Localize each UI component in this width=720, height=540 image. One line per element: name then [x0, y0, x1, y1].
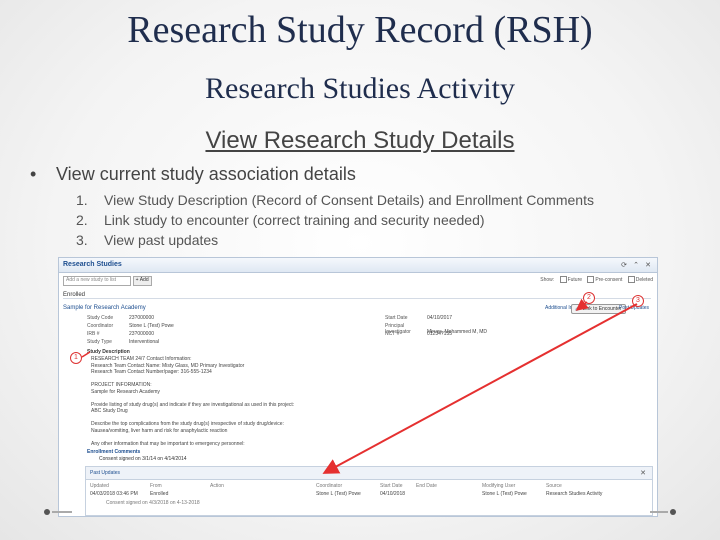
- section-heading: View Research Study Details: [0, 127, 720, 155]
- list-number: 2.: [76, 212, 88, 228]
- list-item: 3. View past updates: [76, 230, 594, 250]
- link-to-encounter-button[interactable]: 🔗 Link to Encounter: [571, 304, 626, 314]
- show-label: Show:: [540, 276, 555, 283]
- callout-1: 1: [70, 352, 82, 364]
- deleted-checkbox[interactable]: [627, 276, 635, 283]
- field-row: IRB # 23?000000: [87, 331, 154, 337]
- list-number: 3.: [76, 232, 88, 248]
- refresh-icon[interactable]: ⟳: [621, 261, 627, 269]
- description-line: Describe the top complications from the …: [91, 421, 284, 427]
- decoration-line: [650, 511, 668, 513]
- column-header: End Date: [416, 483, 437, 489]
- add-study-input[interactable]: Add a new study to list: [63, 276, 131, 286]
- column-header: Modifying User: [482, 483, 516, 489]
- table-cell: 04/03/2018 03:46 PM: [90, 491, 138, 497]
- field-row: Study Code 23?000000: [87, 315, 154, 321]
- past-updates-panel: Past Updates ✕ Updated From Action Coord…: [85, 466, 653, 516]
- numbered-list: 1. View Study Description (Record of Cons…: [76, 190, 594, 250]
- field-row: NCT # 01234?155: [385, 331, 452, 337]
- field-value: Stone L (Test) Powe: [129, 323, 174, 329]
- bullet-text: View current study association details: [56, 164, 356, 184]
- decoration-dot: [44, 509, 50, 515]
- close-icon[interactable]: ✕: [645, 261, 651, 269]
- past-updates-title: Past Updates: [90, 470, 121, 476]
- show-filters: Show: Future Pre-consent Deleted: [540, 276, 653, 283]
- table-cell: 04/10/2018: [380, 491, 406, 497]
- list-item: 2. Link study to encounter (correct train…: [76, 210, 594, 230]
- column-header: Action: [210, 483, 224, 489]
- bullet-point: • View current study association details: [30, 164, 356, 185]
- field-value: Interventional: [129, 339, 160, 345]
- field-value: 23?000000: [129, 331, 155, 337]
- enrollment-comments-link[interactable]: Enrollment Comments: [87, 449, 140, 455]
- table-cell: Stone L (Test) Powe: [482, 491, 527, 497]
- study-description: RESEARCH TEAM 24/7 Contact Information: …: [91, 356, 294, 447]
- field-row: Study Type Interventional: [87, 339, 159, 345]
- link-icon: 🔗: [575, 306, 582, 312]
- bullet-icon: •: [30, 164, 37, 184]
- field-value: 04/10/2017: [427, 315, 453, 321]
- slide-subtitle: Research Studies Activity: [205, 72, 515, 105]
- panel-header: Research Studies ⟳ ⌃ ✕: [59, 258, 657, 273]
- section-heading-text: View Research Study Details: [205, 127, 515, 154]
- field-row: Start Date 04/10/2017: [385, 315, 452, 321]
- column-header: Updated: [90, 483, 109, 489]
- list-number: 1.: [76, 192, 88, 208]
- field-key: IRB #: [87, 331, 100, 337]
- table-cell: Enrolled: [150, 491, 169, 497]
- pre-consent-checkbox[interactable]: [587, 276, 595, 283]
- close-icon[interactable]: ✕: [640, 469, 646, 477]
- collapse-icon[interactable]: ⌃: [633, 261, 639, 269]
- column-header: Source: [546, 483, 562, 489]
- field-key: Start Date: [385, 315, 408, 321]
- field-value: 01234?155: [427, 331, 453, 337]
- filter-label: Pre-consent: [595, 276, 623, 283]
- filter-label: Deleted: [635, 276, 653, 283]
- column-header: Start Date: [380, 483, 403, 489]
- description-line: Any other information that may be import…: [91, 440, 245, 447]
- field-value: 23?000000: [129, 315, 155, 321]
- slide-title: Research Study Record (RSH): [127, 9, 593, 51]
- column-header: From: [150, 483, 162, 489]
- table-cell: Stone L (Test) Powe: [316, 491, 361, 497]
- add-study-button[interactable]: + Add: [132, 276, 152, 286]
- field-key: Coordinator: [87, 323, 114, 329]
- callout-3: 3: [632, 295, 644, 307]
- list-text: View past updates: [104, 232, 219, 248]
- table-cell: Research Studies Activity: [546, 491, 603, 497]
- column-header: Coordinator: [316, 483, 343, 489]
- past-updates-header[interactable]: Past Updates ✕: [86, 467, 652, 480]
- list-item: 1. View Study Description (Record of Cons…: [76, 190, 594, 210]
- study-description-label: Study Description: [87, 349, 130, 355]
- add-study-row: Add a new study to list + Add: [63, 276, 152, 286]
- field-key: Study Code: [87, 315, 114, 321]
- list-text: View Study Description (Record of Consen…: [104, 192, 594, 208]
- study-name-link[interactable]: Sample for Research Academy: [63, 305, 146, 311]
- link-to-encounter-label: Link to Encounter: [582, 306, 622, 312]
- consent-text: Consent signed on 3/1/14 on 4/14/2014: [99, 456, 187, 462]
- callout-2: 2: [583, 292, 595, 304]
- research-studies-panel: Research Studies ⟳ ⌃ ✕ Add a new study t…: [58, 257, 658, 517]
- past-update-comment: Consent signed on 4/3/2018 on 4-13-2018: [106, 500, 200, 506]
- field-row: Coordinator Stone L (Test) Powe: [87, 323, 174, 329]
- decoration-line: [52, 511, 72, 513]
- future-checkbox[interactable]: [559, 276, 567, 283]
- enrolled-heading: Enrolled: [63, 292, 651, 299]
- filter-label: Future: [567, 276, 583, 283]
- field-key: NCT #: [385, 331, 400, 337]
- panel-title: Research Studies: [63, 261, 122, 268]
- list-text: Link study to encounter (correct trainin…: [104, 212, 485, 228]
- field-key: Study Type: [87, 339, 112, 345]
- decoration-dot: [670, 509, 676, 515]
